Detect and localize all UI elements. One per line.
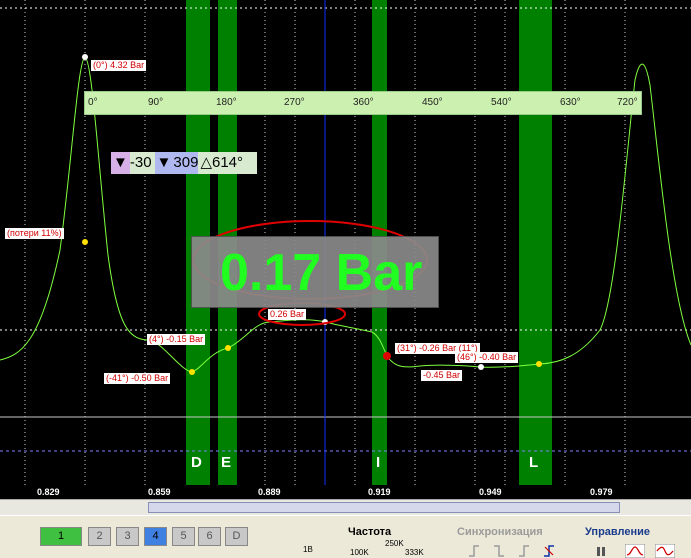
frequency-min: 100K [350, 548, 369, 557]
marker-label: -0.45 Bar [421, 370, 463, 381]
time-label: 0.859 [148, 487, 171, 497]
marker-label: (0°) 4.32 Bar [91, 60, 147, 71]
marker-label: (4°) -0.15 Bar [147, 334, 206, 345]
waveform-icon[interactable] [625, 544, 645, 558]
falling-edge-icon[interactable] [492, 544, 506, 558]
time-label: 0.829 [37, 487, 60, 497]
deg-label: 450° [422, 97, 443, 108]
band-letter: I [376, 454, 381, 471]
control-title: Управление [585, 526, 651, 538]
time-label: 0.949 [479, 487, 502, 497]
time-label: 0.889 [258, 487, 281, 497]
degree-ruler: 0° 90° 180° 270° 360° 450° 540° 630° 720… [84, 91, 642, 115]
band-letter: D [191, 454, 202, 471]
horizontal-scrollbar[interactable] [0, 499, 691, 516]
deg-label: 180° [216, 97, 237, 108]
channel-6-button[interactable]: 6 [198, 527, 221, 546]
deg-label: 270° [284, 97, 305, 108]
single-sync-icon[interactable] [517, 544, 531, 558]
band-letter: E [221, 454, 232, 471]
marker-label: (46°) -0.40 Bar [455, 352, 519, 363]
channel-5-button[interactable]: 5 [172, 527, 195, 546]
filter-icon: ▼ [154, 152, 174, 174]
frequency-max: 333K [405, 548, 424, 557]
deg-label: 720° [617, 97, 638, 108]
deg-label: 540° [491, 97, 512, 108]
auto-sync-icon[interactable] [542, 544, 556, 558]
filter-icon: ▼ [111, 152, 130, 174]
cursor-readout[interactable]: ▼ -30 ▼ 309 △614° [111, 152, 257, 174]
readout-a: -30 [129, 154, 152, 171]
frequency-title: Частота [348, 526, 392, 538]
deg-label: 0° [88, 97, 98, 108]
frequency-value: 250K [385, 539, 404, 548]
delta-icon: △ [200, 154, 212, 171]
channel-2-button[interactable]: 2 [88, 527, 111, 546]
pause-icon[interactable] [594, 544, 608, 558]
time-label: 0.919 [368, 487, 391, 497]
readout-c: 614° [211, 154, 244, 171]
deg-label: 630° [560, 97, 581, 108]
readout-b: 309 [173, 152, 199, 174]
big-value: 0.17 Bar [220, 244, 423, 302]
band-letter: L [529, 454, 539, 471]
control-panel: 1 2 3 4 5 6 D 1В Частота 250K 100K 333K … [0, 515, 691, 558]
deg-label: 90° [148, 97, 164, 108]
waveform-alt-icon[interactable] [655, 544, 675, 558]
deg-label: 360° [353, 97, 374, 108]
marker-label: (-41°) -0.50 Bar [104, 373, 171, 384]
range-label: 1В [303, 545, 313, 554]
oscilloscope-plot[interactable]: 0° 90° 180° 270° 360° 450° 540° 630° 720… [0, 0, 691, 485]
rising-edge-icon[interactable] [467, 544, 481, 558]
marker-label: (потери 11%) [5, 228, 64, 239]
channel-1-button[interactable]: 1 [40, 527, 82, 546]
time-label: 0.979 [590, 487, 613, 497]
channel-d-button[interactable]: D [225, 527, 248, 546]
time-axis: 0.829 0.859 0.889 0.919 0.949 0.979 [0, 485, 691, 499]
channel-3-button[interactable]: 3 [116, 527, 139, 546]
channel-4-button[interactable]: 4 [144, 527, 167, 546]
marker-label: 0.26 Bar [268, 309, 307, 320]
sync-title: Синхронизация [457, 526, 543, 538]
scroll-thumb[interactable] [148, 502, 620, 513]
